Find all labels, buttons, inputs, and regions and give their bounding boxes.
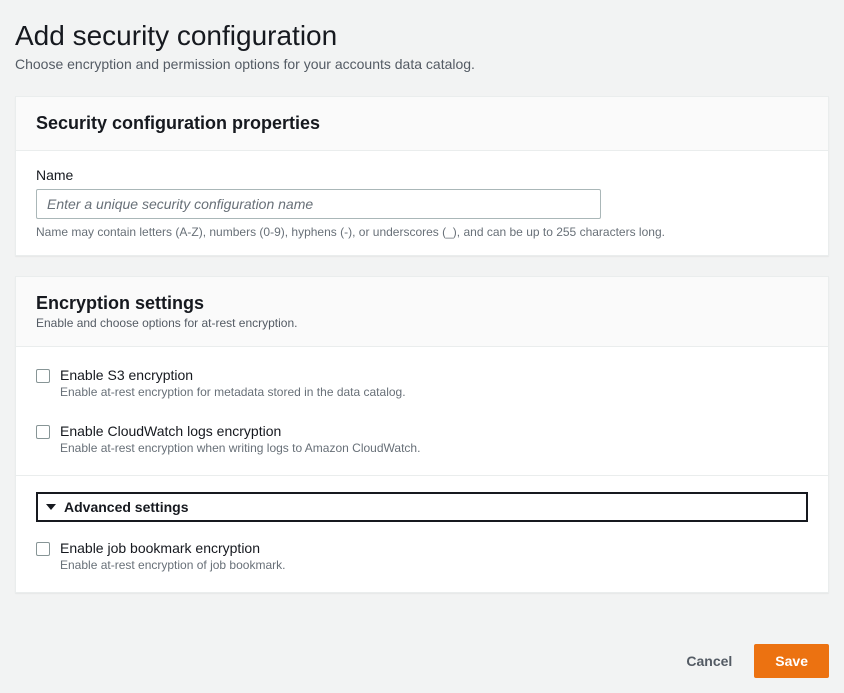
cancel-button[interactable]: Cancel bbox=[682, 645, 736, 677]
caret-down-icon bbox=[46, 504, 56, 510]
cloudwatch-encryption-desc: Enable at-rest encryption when writing l… bbox=[60, 441, 808, 455]
encryption-panel: Encryption settings Enable and choose op… bbox=[15, 276, 829, 593]
s3-encryption-row: Enable S3 encryption Enable at-rest encr… bbox=[36, 363, 808, 403]
page-subtitle: Choose encryption and permission options… bbox=[15, 56, 829, 72]
advanced-settings-label: Advanced settings bbox=[64, 499, 188, 515]
name-label: Name bbox=[36, 167, 808, 183]
advanced-settings-toggle[interactable]: Advanced settings bbox=[36, 492, 808, 522]
name-hint: Name may contain letters (A-Z), numbers … bbox=[36, 225, 808, 239]
name-input[interactable] bbox=[36, 189, 601, 219]
cloudwatch-encryption-label[interactable]: Enable CloudWatch logs encryption bbox=[60, 423, 808, 439]
encryption-panel-title: Encryption settings bbox=[36, 293, 808, 314]
page-title: Add security configuration bbox=[15, 20, 829, 52]
bookmark-encryption-row: Enable job bookmark encryption Enable at… bbox=[36, 536, 808, 576]
bookmark-encryption-desc: Enable at-rest encryption of job bookmar… bbox=[60, 558, 808, 572]
properties-panel-title: Security configuration properties bbox=[36, 113, 808, 134]
footer: Cancel Save bbox=[0, 628, 844, 693]
bookmark-encryption-checkbox[interactable] bbox=[36, 542, 50, 556]
save-button[interactable]: Save bbox=[754, 644, 829, 678]
cloudwatch-encryption-row: Enable CloudWatch logs encryption Enable… bbox=[36, 419, 808, 459]
s3-encryption-checkbox[interactable] bbox=[36, 369, 50, 383]
properties-panel-header: Security configuration properties bbox=[16, 97, 828, 151]
encryption-panel-subtitle: Enable and choose options for at-rest en… bbox=[36, 316, 808, 330]
properties-panel: Security configuration properties Name N… bbox=[15, 96, 829, 256]
encryption-panel-header: Encryption settings Enable and choose op… bbox=[16, 277, 828, 347]
cloudwatch-encryption-checkbox[interactable] bbox=[36, 425, 50, 439]
s3-encryption-label[interactable]: Enable S3 encryption bbox=[60, 367, 808, 383]
bookmark-encryption-label[interactable]: Enable job bookmark encryption bbox=[60, 540, 808, 556]
s3-encryption-desc: Enable at-rest encryption for metadata s… bbox=[60, 385, 808, 399]
